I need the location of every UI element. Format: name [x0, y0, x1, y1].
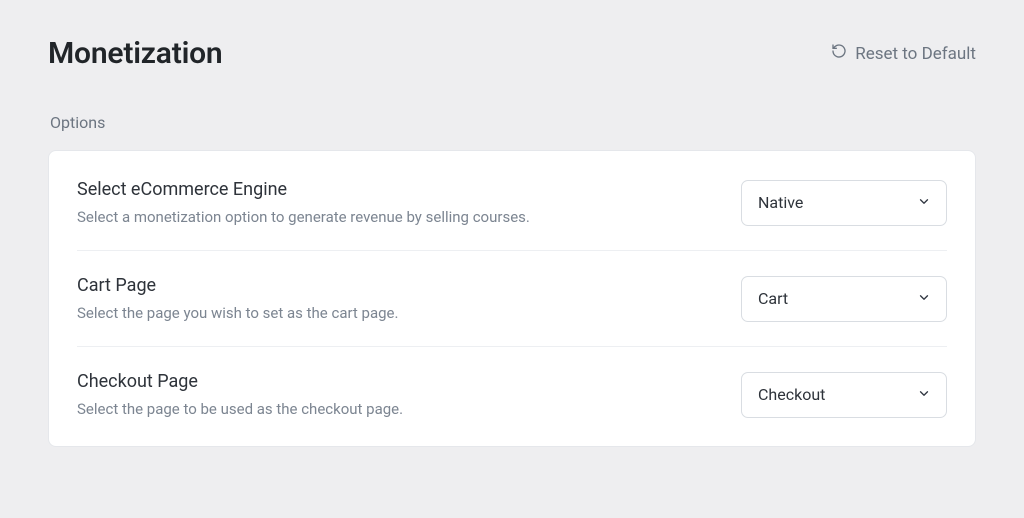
- ecommerce-engine-select[interactable]: Native: [741, 180, 947, 226]
- options-card: Select eCommerce Engine Select a monetiz…: [48, 150, 976, 447]
- checkout-page-select[interactable]: Checkout: [741, 372, 947, 418]
- select-value: Checkout: [758, 385, 825, 404]
- reset-label: Reset to Default: [855, 44, 976, 64]
- option-title: Cart Page: [77, 275, 701, 296]
- page-header: Monetization Reset to Default: [48, 36, 976, 71]
- option-description: Select the page you wish to set as the c…: [77, 304, 701, 322]
- reset-to-default-button[interactable]: Reset to Default: [831, 43, 976, 64]
- option-row-cart-page: Cart Page Select the page you wish to se…: [77, 250, 947, 346]
- option-title: Select eCommerce Engine: [77, 179, 701, 200]
- option-title: Checkout Page: [77, 371, 701, 392]
- select-value: Cart: [758, 289, 788, 308]
- select-value: Native: [758, 193, 803, 212]
- reset-icon: [831, 43, 847, 64]
- option-description: Select a monetization option to generate…: [77, 208, 701, 226]
- page-title: Monetization: [48, 36, 223, 71]
- cart-page-select[interactable]: Cart: [741, 276, 947, 322]
- option-row-checkout-page: Checkout Page Select the page to be used…: [77, 346, 947, 442]
- option-description: Select the page to be used as the checko…: [77, 400, 701, 418]
- option-row-ecommerce-engine: Select eCommerce Engine Select a monetiz…: [77, 155, 947, 250]
- options-section-label: Options: [48, 113, 976, 132]
